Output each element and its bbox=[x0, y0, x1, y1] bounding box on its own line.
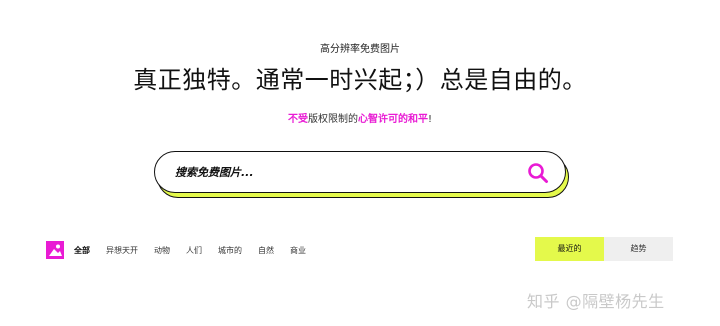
search-icon bbox=[528, 163, 548, 183]
search-button[interactable] bbox=[527, 162, 549, 184]
category-whimsical[interactable]: 异想天开 bbox=[106, 245, 138, 256]
search-input[interactable] bbox=[175, 160, 515, 184]
hero-headline: 真正独特。通常一时兴起；）总是自由的。 bbox=[133, 66, 587, 94]
hero-subtitle: 高分辨率免费图片 bbox=[320, 44, 400, 55]
search-box[interactable] bbox=[154, 151, 566, 193]
tagline-highlight-peace: 心智许可的和平 bbox=[357, 114, 428, 125]
tagline-end: ! bbox=[427, 114, 432, 125]
category-urban[interactable]: 城市的 bbox=[218, 245, 242, 256]
hero-tagline: 不受版权限制的心智许可的和平! bbox=[0, 110, 720, 125]
image-logo-icon bbox=[46, 241, 64, 259]
watermark-text: 知乎 @隔壁杨先生 bbox=[527, 292, 665, 311]
tagline-highlight-free: 不受 bbox=[287, 114, 308, 125]
sort-trending-button[interactable]: 趋势 bbox=[604, 237, 673, 261]
tagline-text: 版权限制的 bbox=[307, 114, 358, 125]
category-animals[interactable]: 动物 bbox=[154, 245, 170, 256]
sort-toggle: 最近的 趋势 bbox=[535, 237, 673, 261]
category-all[interactable]: 全部 bbox=[74, 245, 90, 256]
sort-recent-button[interactable]: 最近的 bbox=[535, 237, 604, 261]
category-people[interactable]: 人们 bbox=[186, 245, 202, 256]
category-nature[interactable]: 自然 bbox=[258, 245, 274, 256]
category-filter-bar: 全部 异想天开 动物 人们 城市的 自然 商业 bbox=[46, 240, 322, 260]
category-business[interactable]: 商业 bbox=[290, 245, 306, 256]
